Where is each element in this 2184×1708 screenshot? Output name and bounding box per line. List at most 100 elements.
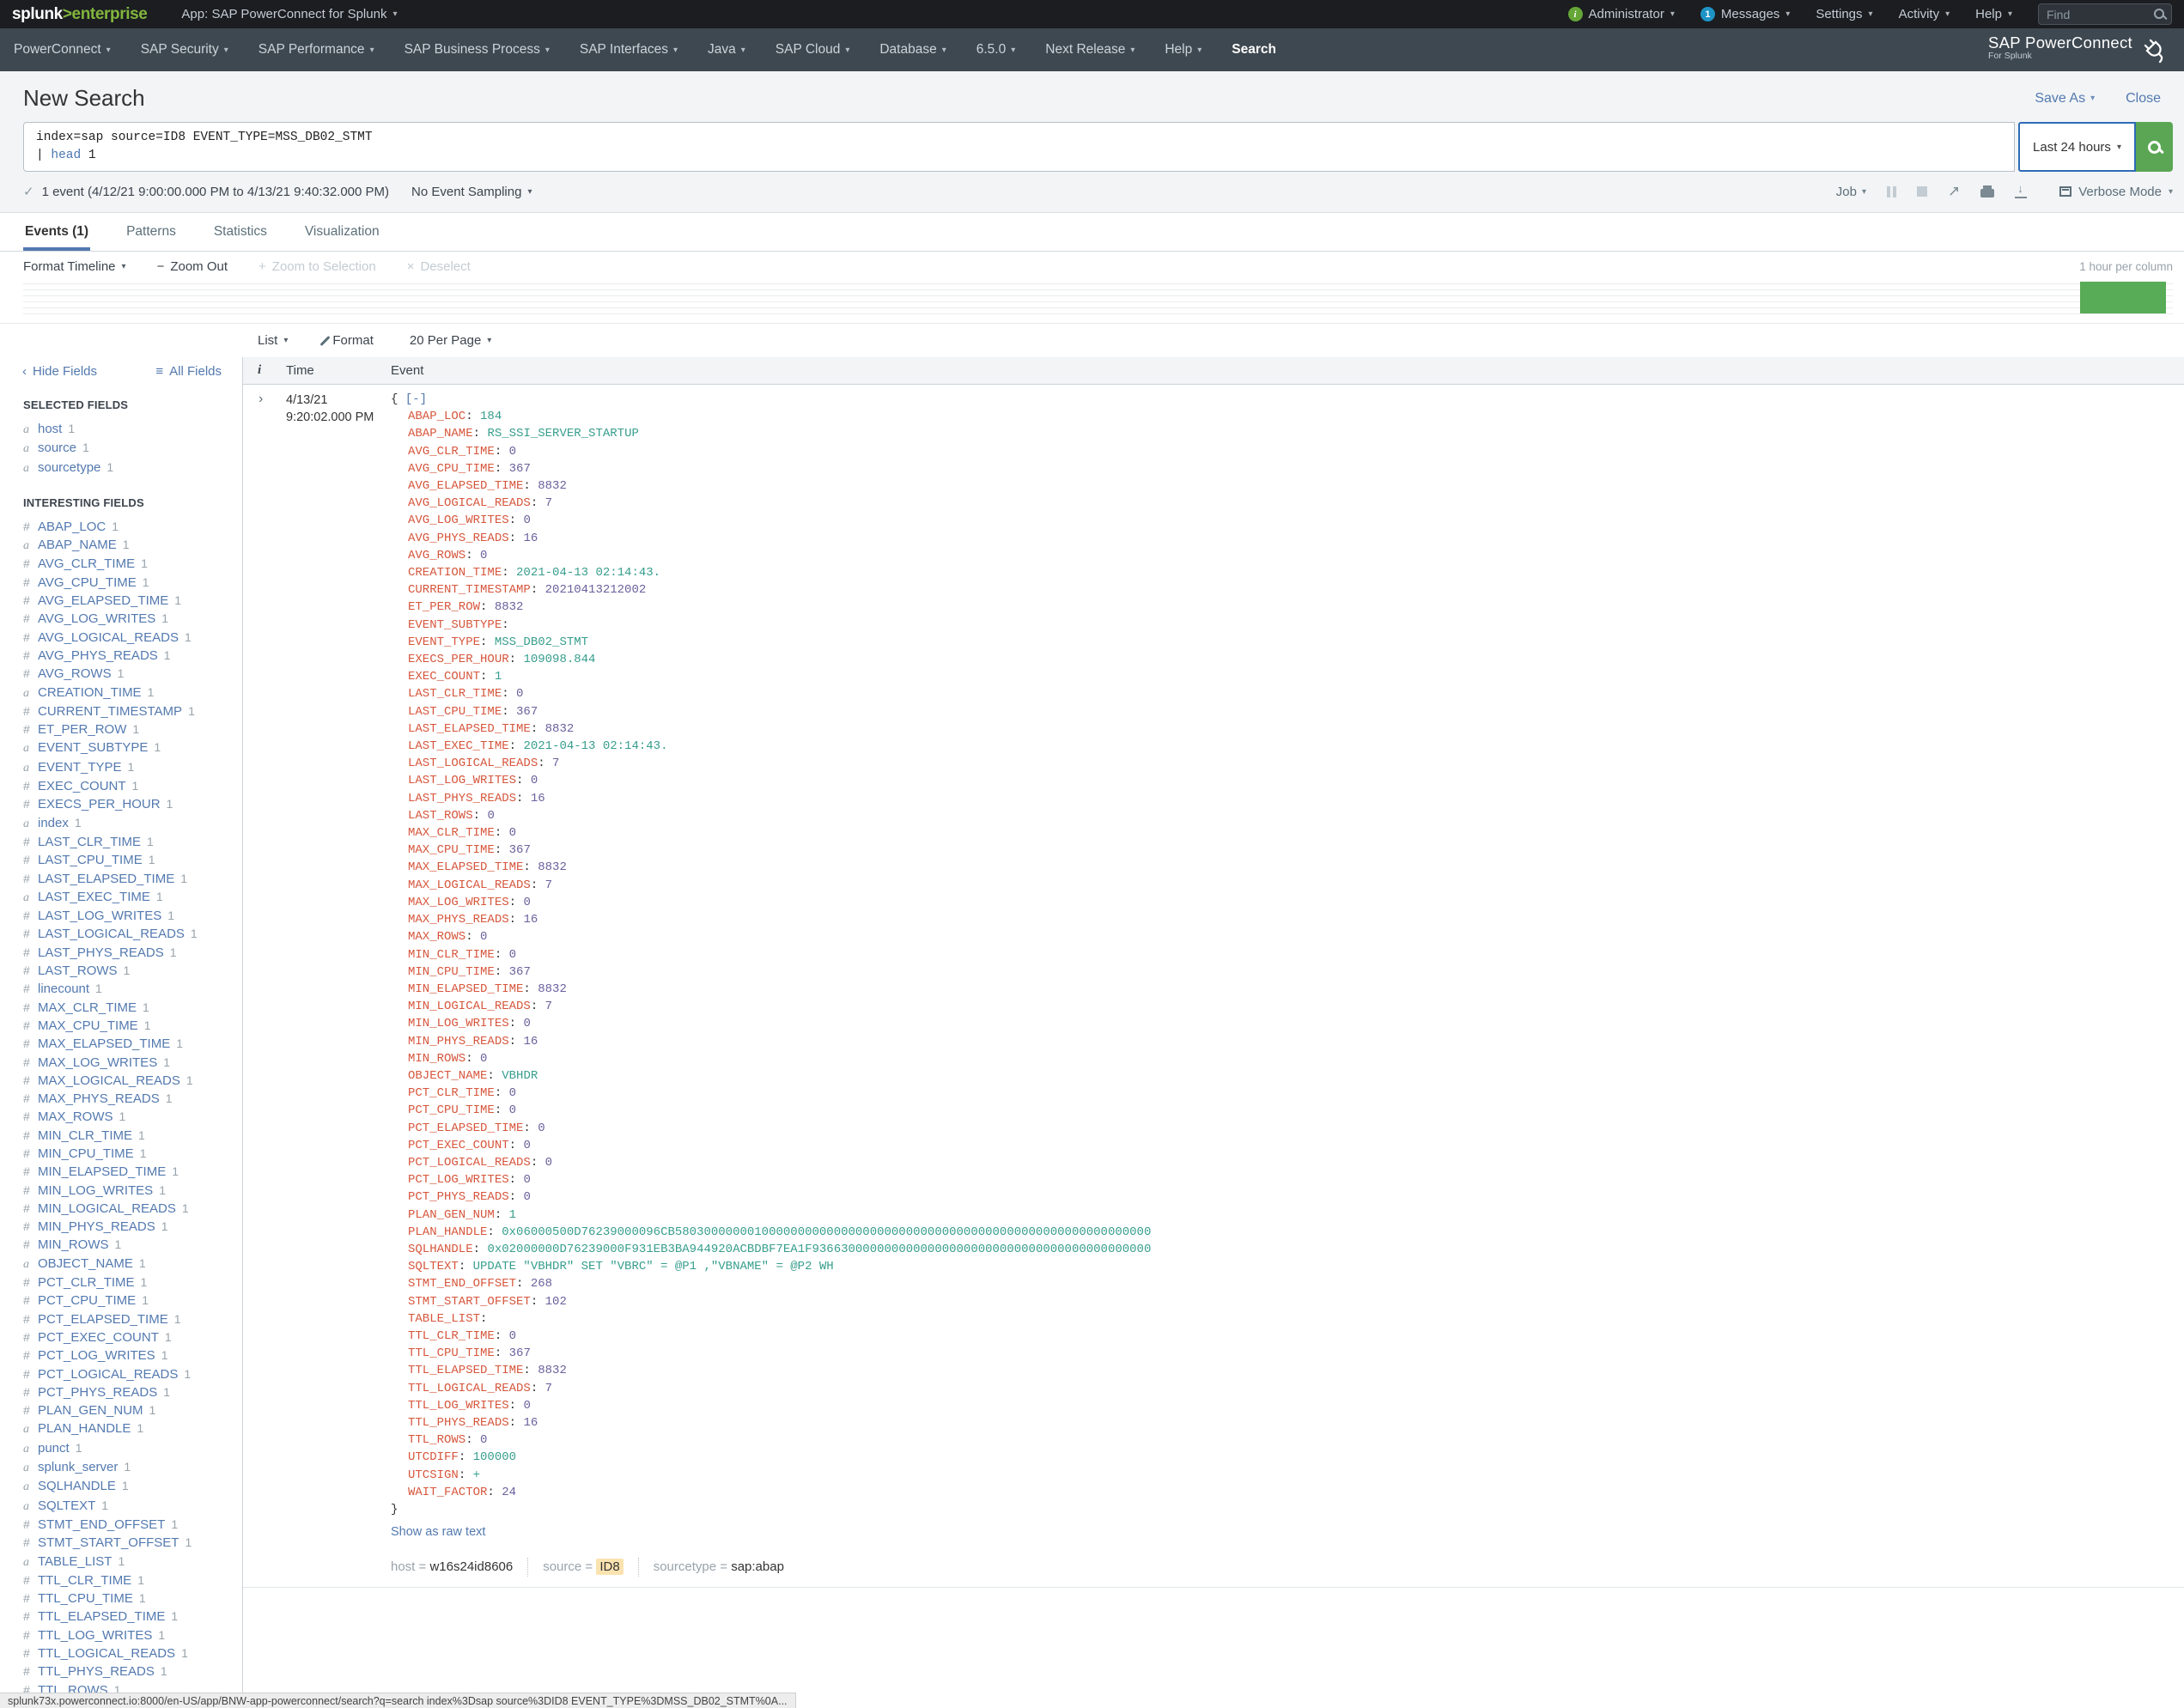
event-field-key[interactable]: LAST_CPU_TIME xyxy=(408,705,502,719)
nav-item-sap-performance[interactable]: SAP Performance▾ xyxy=(259,42,374,58)
event-field-key[interactable]: AVG_LOG_WRITES xyxy=(408,514,509,527)
field-item-pct-log-writes[interactable]: #PCT_LOG_WRITES1 xyxy=(23,1346,242,1365)
nav-item-sap-security[interactable]: SAP Security▾ xyxy=(141,42,228,58)
field-item-sqlhandle[interactable]: aSQLHANDLE1 xyxy=(23,1477,242,1496)
event-field-value[interactable]: RS_SSI_SERVER_STARTUP xyxy=(487,427,638,441)
find-input[interactable] xyxy=(2038,3,2172,25)
event-field-value[interactable]: 0 xyxy=(538,1121,544,1135)
event-field-key[interactable]: MIN_LOG_WRITES xyxy=(408,1017,509,1030)
field-item-last-clr-time[interactable]: #LAST_CLR_TIME1 xyxy=(23,833,242,851)
event-field-key[interactable]: AVG_CPU_TIME xyxy=(408,462,495,476)
event-field-key[interactable]: MAX_LOGICAL_READS xyxy=(408,878,531,892)
meta-field-value[interactable]: ID8 xyxy=(596,1559,623,1575)
field-item-event-type[interactable]: aEVENT_TYPE1 xyxy=(23,758,242,777)
event-field-value[interactable]: 7 xyxy=(545,1000,552,1013)
event-field-value[interactable]: 0 xyxy=(509,948,516,962)
event-field-value[interactable]: 8832 xyxy=(538,982,567,996)
event-sampling-dropdown[interactable]: No Event Sampling ▾ xyxy=(411,185,532,199)
field-item-max-phys-reads[interactable]: #MAX_PHYS_READS1 xyxy=(23,1090,242,1108)
event-field-value[interactable]: 109098.844 xyxy=(523,653,595,666)
event-field-key[interactable]: AVG_ELAPSED_TIME xyxy=(408,479,523,493)
field-item-min-clr-time[interactable]: #MIN_CLR_TIME1 xyxy=(23,1127,242,1145)
all-fields-button[interactable]: ≡ All Fields xyxy=(155,364,222,379)
event-field-value[interactable]: 7 xyxy=(545,1382,552,1395)
meta-field-value[interactable]: sap:abap xyxy=(731,1559,784,1574)
field-item-stmt-end-offset[interactable]: #STMT_END_OFFSET1 xyxy=(23,1516,242,1534)
event-field-value[interactable]: 0 xyxy=(523,1399,530,1413)
field-item-avg-clr-time[interactable]: #AVG_CLR_TIME1 xyxy=(23,555,242,573)
event-field-key[interactable]: PLAN_HANDLE xyxy=(408,1225,487,1239)
event-field-value[interactable]: 102 xyxy=(545,1295,567,1309)
field-item-ttl-phys-reads[interactable]: #TTL_PHYS_READS1 xyxy=(23,1662,242,1681)
field-item-ttl-logical-reads[interactable]: #TTL_LOGICAL_READS1 xyxy=(23,1644,242,1662)
event-field-value[interactable]: 24 xyxy=(502,1486,516,1499)
topbar-menu-help[interactable]: Help▾ xyxy=(1975,7,2012,21)
nav-item-database[interactable]: Database▾ xyxy=(879,42,946,58)
field-item-ttl-clr-time[interactable]: #TTL_CLR_TIME1 xyxy=(23,1571,242,1589)
deselect-button[interactable]: × Deselect xyxy=(407,259,471,274)
nav-item-search[interactable]: Search xyxy=(1232,42,1276,58)
event-field-key[interactable]: PCT_EXEC_COUNT xyxy=(408,1139,509,1152)
tab-visualization[interactable]: Visualization xyxy=(303,213,381,251)
field-item-pct-cpu-time[interactable]: #PCT_CPU_TIME1 xyxy=(23,1292,242,1310)
print-icon[interactable] xyxy=(1980,189,1994,198)
field-item-linecount[interactable]: #linecount1 xyxy=(23,980,242,998)
event-field-value[interactable]: 0x02000000D76239000F931EB3BA944920ACBDBF… xyxy=(487,1243,1151,1256)
field-item-pct-elapsed-time[interactable]: #PCT_ELAPSED_TIME1 xyxy=(23,1310,242,1328)
event-field-key[interactable]: EVENT_SUBTYPE xyxy=(408,618,502,632)
event-field-value[interactable]: 1 xyxy=(509,1208,516,1222)
event-field-value[interactable]: 7 xyxy=(545,878,552,892)
meta-field-value[interactable]: w16s24id8606 xyxy=(429,1559,513,1574)
event-field-value[interactable]: 8832 xyxy=(538,1364,567,1377)
event-field-value[interactable]: 1 xyxy=(495,670,502,684)
event-field-key[interactable]: MAX_ROWS xyxy=(408,930,465,944)
hide-fields-button[interactable]: ‹ Hide Fields xyxy=(22,364,97,379)
field-item-last-log-writes[interactable]: #LAST_LOG_WRITES1 xyxy=(23,907,242,925)
event-field-key[interactable]: CURRENT_TIMESTAMP xyxy=(408,583,531,597)
event-field-value[interactable]: + xyxy=(473,1468,480,1482)
field-item-source[interactable]: asource1 xyxy=(23,439,242,458)
event-field-value[interactable]: UPDATE "VBHDR" SET "VBRC" = @P1 ,"VBNAME… xyxy=(473,1260,834,1273)
event-field-key[interactable]: PCT_ELAPSED_TIME xyxy=(408,1121,523,1135)
event-field-key[interactable]: PCT_CPU_TIME xyxy=(408,1103,495,1117)
event-field-key[interactable]: EXECS_PER_HOUR xyxy=(408,653,509,666)
event-field-value[interactable]: 0 xyxy=(480,1433,487,1447)
event-field-key[interactable]: STMT_END_OFFSET xyxy=(408,1277,516,1291)
event-field-key[interactable]: MIN_PHYS_READS xyxy=(408,1035,509,1049)
event-field-key[interactable]: TTL_CPU_TIME xyxy=(408,1346,495,1360)
event-field-value[interactable]: 0 xyxy=(523,1017,530,1030)
field-item-execs-per-hour[interactable]: #EXECS_PER_HOUR1 xyxy=(23,795,242,813)
topbar-menu-settings[interactable]: Settings▾ xyxy=(1816,7,1872,21)
timeline-chart[interactable] xyxy=(23,278,2173,314)
field-item-et-per-row[interactable]: #ET_PER_ROW1 xyxy=(23,720,242,739)
field-item-table-list[interactable]: aTABLE_LIST1 xyxy=(23,1553,242,1571)
event-field-value[interactable]: 184 xyxy=(480,410,502,423)
event-field-value[interactable]: 0 xyxy=(509,1103,516,1117)
event-field-value[interactable]: 0 xyxy=(487,809,494,823)
event-field-value[interactable]: 16 xyxy=(531,792,545,805)
event-field-key[interactable]: LAST_LOGICAL_READS xyxy=(408,757,538,770)
stop-button[interactable] xyxy=(1917,186,1927,197)
event-field-key[interactable]: EVENT_TYPE xyxy=(408,635,480,649)
job-menu[interactable]: Job ▾ xyxy=(1836,185,1866,199)
nav-item-sap-interfaces[interactable]: SAP Interfaces▾ xyxy=(580,42,678,58)
field-item-pct-logical-reads[interactable]: #PCT_LOGICAL_READS1 xyxy=(23,1365,242,1383)
field-item-index[interactable]: aindex1 xyxy=(23,814,242,833)
event-field-key[interactable]: MAX_CPU_TIME xyxy=(408,843,495,857)
event-field-value[interactable]: 0 xyxy=(523,1190,530,1204)
event-field-key[interactable]: LAST_ELAPSED_TIME xyxy=(408,722,531,736)
event-field-key[interactable]: STMT_START_OFFSET xyxy=(408,1295,531,1309)
search-query-input[interactable]: index=sap source=ID8 EVENT_TYPE=MSS_DB02… xyxy=(23,122,2015,172)
event-field-key[interactable]: TTL_ROWS xyxy=(408,1433,465,1447)
export-icon[interactable] xyxy=(2015,185,2027,198)
event-field-value[interactable]: VBHDR xyxy=(502,1069,538,1083)
topbar-menu-administrator[interactable]: iAdministrator▾ xyxy=(1568,7,1675,21)
event-field-value[interactable]: 367 xyxy=(509,965,531,979)
per-page-dropdown[interactable]: 20 Per Page ▾ xyxy=(410,333,491,348)
event-field-value[interactable]: 8832 xyxy=(538,860,567,874)
field-item-splunk-server[interactable]: asplunk_server1 xyxy=(23,1458,242,1477)
field-item-object-name[interactable]: aOBJECT_NAME1 xyxy=(23,1255,242,1273)
zoom-to-selection-button[interactable]: + Zoom to Selection xyxy=(259,259,376,274)
event-field-value[interactable]: 0 xyxy=(545,1156,552,1170)
event-field-value[interactable]: 16 xyxy=(523,1416,538,1430)
